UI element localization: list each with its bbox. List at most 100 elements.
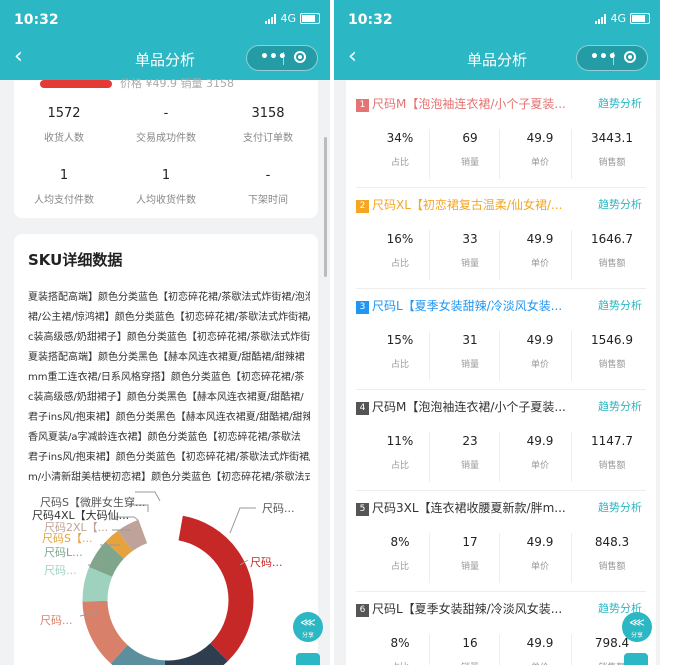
price-sales-line: 价格 ¥49.9 销量 3158 bbox=[120, 77, 234, 90]
top-bar: 10:32 4G ‹ 单品分析 ••• bbox=[334, 0, 660, 80]
metric-value: 49.9 bbox=[526, 232, 554, 246]
product-item[interactable]: 6尺码L【夏季女装甜辣/冷淡风女装...趋势分析8%占比16销量49.9单价79… bbox=[346, 600, 656, 665]
metric-value: 49.9 bbox=[526, 434, 554, 448]
metric-cell: 49.9 单价 bbox=[500, 636, 580, 665]
mini-program-capsule: ••• bbox=[246, 45, 318, 71]
rank-badge: 6 bbox=[356, 604, 369, 617]
stat-delist-time: - 下架时间 bbox=[248, 168, 288, 206]
product-title-text: 尺码M【泡泡袖连衣裙/小个子夏装... bbox=[372, 97, 566, 111]
sku-line: 君子ins风/抱束裙】颜色分类蓝色【初恋碎花裙/茶歇法式炸街裙/ bbox=[28, 452, 310, 463]
product-title: 5 尺码3XL【连衣裙收腰夏新款/胖m... bbox=[356, 499, 576, 516]
float-menu-button[interactable] bbox=[624, 653, 648, 665]
close-icon[interactable] bbox=[624, 51, 636, 63]
product-title-text: 尺码L【夏季女装甜辣/冷淡风女装... bbox=[372, 602, 563, 616]
metric-cell: 16% 占比 bbox=[360, 232, 440, 269]
product-item[interactable]: 1 尺码M【泡泡袖连衣裙/小个子夏装... 趋势分析 34% 占比 69 销量 49.9 单价 3… bbox=[346, 95, 656, 191]
trend-analysis-link[interactable]: 趋势分析 bbox=[598, 297, 642, 313]
sku-line: 裙/公主裙/惊鸿裙】颜色分类蓝色【初恋碎花裙/茶歇法式炸街裙/ bbox=[28, 312, 310, 323]
trend-analysis-link[interactable]: 趋势分析 bbox=[598, 196, 642, 212]
share-button[interactable]: ⋘ 分享 bbox=[622, 612, 652, 642]
metric-value: 31 bbox=[462, 333, 478, 347]
network-label: 4G bbox=[280, 12, 296, 25]
share-icon: ⋘ bbox=[629, 616, 645, 629]
metric-label: 销售额 bbox=[598, 562, 626, 572]
product-title: 3 尺码L【夏季女装甜辣/冷淡风女装... bbox=[356, 297, 576, 314]
metric-label: 占比 bbox=[360, 660, 440, 665]
metric-value: 69 bbox=[462, 131, 478, 145]
sku-line: 夏装搭配高端】颜色分类黑色【赫本风连衣裙夏/甜酷裙/甜辣裙 bbox=[28, 352, 305, 363]
metric-label: 占比 bbox=[390, 158, 409, 168]
metric-value: 1546.9 bbox=[591, 333, 633, 347]
product-item[interactable]: 5 尺码3XL【连衣裙收腰夏新款/胖m... 趋势分析 8% 占比 17 销量 49.9 单价 8… bbox=[346, 499, 656, 595]
metric-cell: 1646.7 销售额 bbox=[572, 232, 652, 269]
signal-icon bbox=[595, 13, 607, 24]
product-title-text: 尺码3XL【连衣裙收腰夏新款/胖m... bbox=[372, 501, 566, 515]
metric-cell: 69 销量 bbox=[430, 131, 510, 168]
metric-cell: 1546.9 销售额 bbox=[572, 333, 652, 370]
metric-cell: 49.9 单价 bbox=[500, 434, 580, 471]
metric-cell: 49.9 单价 bbox=[500, 333, 580, 370]
trend-analysis-link[interactable]: 趋势分析 bbox=[598, 95, 642, 111]
metric-label: 销量 bbox=[460, 259, 479, 269]
metric-value: 1147.7 bbox=[591, 434, 633, 448]
stat-avg-received: 1 人均收货件数 bbox=[136, 168, 196, 206]
mini-program-capsule: ••• bbox=[576, 45, 648, 71]
metric-cell: 33 销量 bbox=[430, 232, 510, 269]
rank-badge: 2 bbox=[356, 200, 369, 213]
rank-badge: 1 bbox=[356, 99, 369, 112]
product-title-text: 尺码L【夏季女装甜辣/冷淡风女装... bbox=[372, 299, 563, 313]
rank-badge: 3 bbox=[356, 301, 369, 314]
scrollbar[interactable] bbox=[324, 137, 327, 277]
stat-paid-orders: 3158 支付订单数 bbox=[243, 106, 293, 144]
sku-line: mm重工连衣裙/日系风格穿搭】颜色分类蓝色【初恋碎花裙/茶 bbox=[28, 372, 305, 383]
share-button[interactable]: ⋘ 分享 bbox=[293, 612, 323, 642]
metric-label: 占比 bbox=[390, 461, 409, 471]
status-bar: 10:32 4G bbox=[14, 10, 320, 32]
metric-value: 33 bbox=[462, 232, 478, 246]
top-bar: 10:32 4G ‹ 单品分析 ••• bbox=[0, 0, 330, 80]
metric-cell: 15% 占比 bbox=[360, 333, 440, 370]
rank-badge: 5 bbox=[356, 503, 369, 516]
metric-label: 销售额 bbox=[598, 259, 626, 269]
metric-label: 单价 bbox=[530, 158, 549, 168]
metric-value: 15% bbox=[386, 333, 414, 347]
close-icon[interactable] bbox=[294, 51, 306, 63]
signal-icon bbox=[265, 13, 277, 24]
metric-value: 34% bbox=[386, 131, 414, 145]
metric-cell: 17 销量 bbox=[430, 535, 510, 572]
network-label: 4G bbox=[610, 12, 626, 25]
float-menu-button[interactable] bbox=[296, 653, 320, 665]
product-item[interactable]: 4 尺码M【泡泡袖连衣裙/小个子夏装... 趋势分析 11% 占比 23 销量 49.9 单价 1… bbox=[346, 398, 656, 494]
product-item[interactable]: 2 尺码XL【初恋裙复古温柔/仙女裙/... 趋势分析 16% 占比 33 销量 49.9 单价… bbox=[346, 196, 656, 292]
stat-success-items: - 交易成功件数 bbox=[136, 106, 196, 144]
product-title: 2 尺码XL【初恋裙复古温柔/仙女裙/... bbox=[356, 196, 576, 213]
metric-label: 单价 bbox=[530, 562, 549, 572]
metric-value: 8% bbox=[390, 535, 410, 549]
product-item[interactable]: 3 尺码L【夏季女装甜辣/冷淡风女装... 趋势分析 15% 占比 31 销量 49.9 单价 1… bbox=[346, 297, 656, 393]
battery-icon bbox=[300, 13, 320, 24]
metric-value: 16 bbox=[462, 636, 478, 650]
metric-cell: 1147.7 销售额 bbox=[572, 434, 652, 471]
nav-bar: ‹ 单品分析 ••• bbox=[0, 40, 330, 76]
donut-label-8: 尺码... bbox=[262, 502, 295, 515]
metric-cell: 16 销量 bbox=[430, 636, 510, 665]
battery-icon bbox=[630, 13, 650, 24]
trend-analysis-link[interactable]: 趋势分析 bbox=[598, 499, 642, 515]
metric-cell: 8% 占比 bbox=[360, 535, 440, 572]
metric-cell: 49.9 单价 bbox=[500, 232, 580, 269]
metric-value: 49.9 bbox=[526, 131, 554, 145]
metric-cell: 8% 占比 bbox=[360, 636, 440, 665]
status-bar: 10:32 4G bbox=[348, 10, 650, 32]
metric-value: 11% bbox=[386, 434, 414, 448]
status-time: 10:32 bbox=[14, 12, 59, 28]
stats-card: 价格 ¥49.9 销量 3158 1572 收货人数 - 交易成功件数 3158… bbox=[14, 77, 318, 218]
phone-left: 10:32 4G ‹ 单品分析 ••• 价格 ¥49.9 销量 3158 157… bbox=[0, 0, 330, 665]
metric-value: 49.9 bbox=[526, 535, 554, 549]
metric-label: 销售额 bbox=[598, 158, 626, 168]
trend-analysis-link[interactable]: 趋势分析 bbox=[598, 398, 642, 414]
metric-value: 16% bbox=[386, 232, 414, 246]
metric-label: 占比 bbox=[390, 259, 409, 269]
donut-label-5: 尺码L... bbox=[44, 546, 83, 559]
sku-line: 夏装搭配高端】颜色分类蓝色【初恋碎花裙/茶歇法式炸街裙/泡泡 bbox=[28, 292, 310, 303]
metric-label: 单价 bbox=[530, 461, 549, 471]
